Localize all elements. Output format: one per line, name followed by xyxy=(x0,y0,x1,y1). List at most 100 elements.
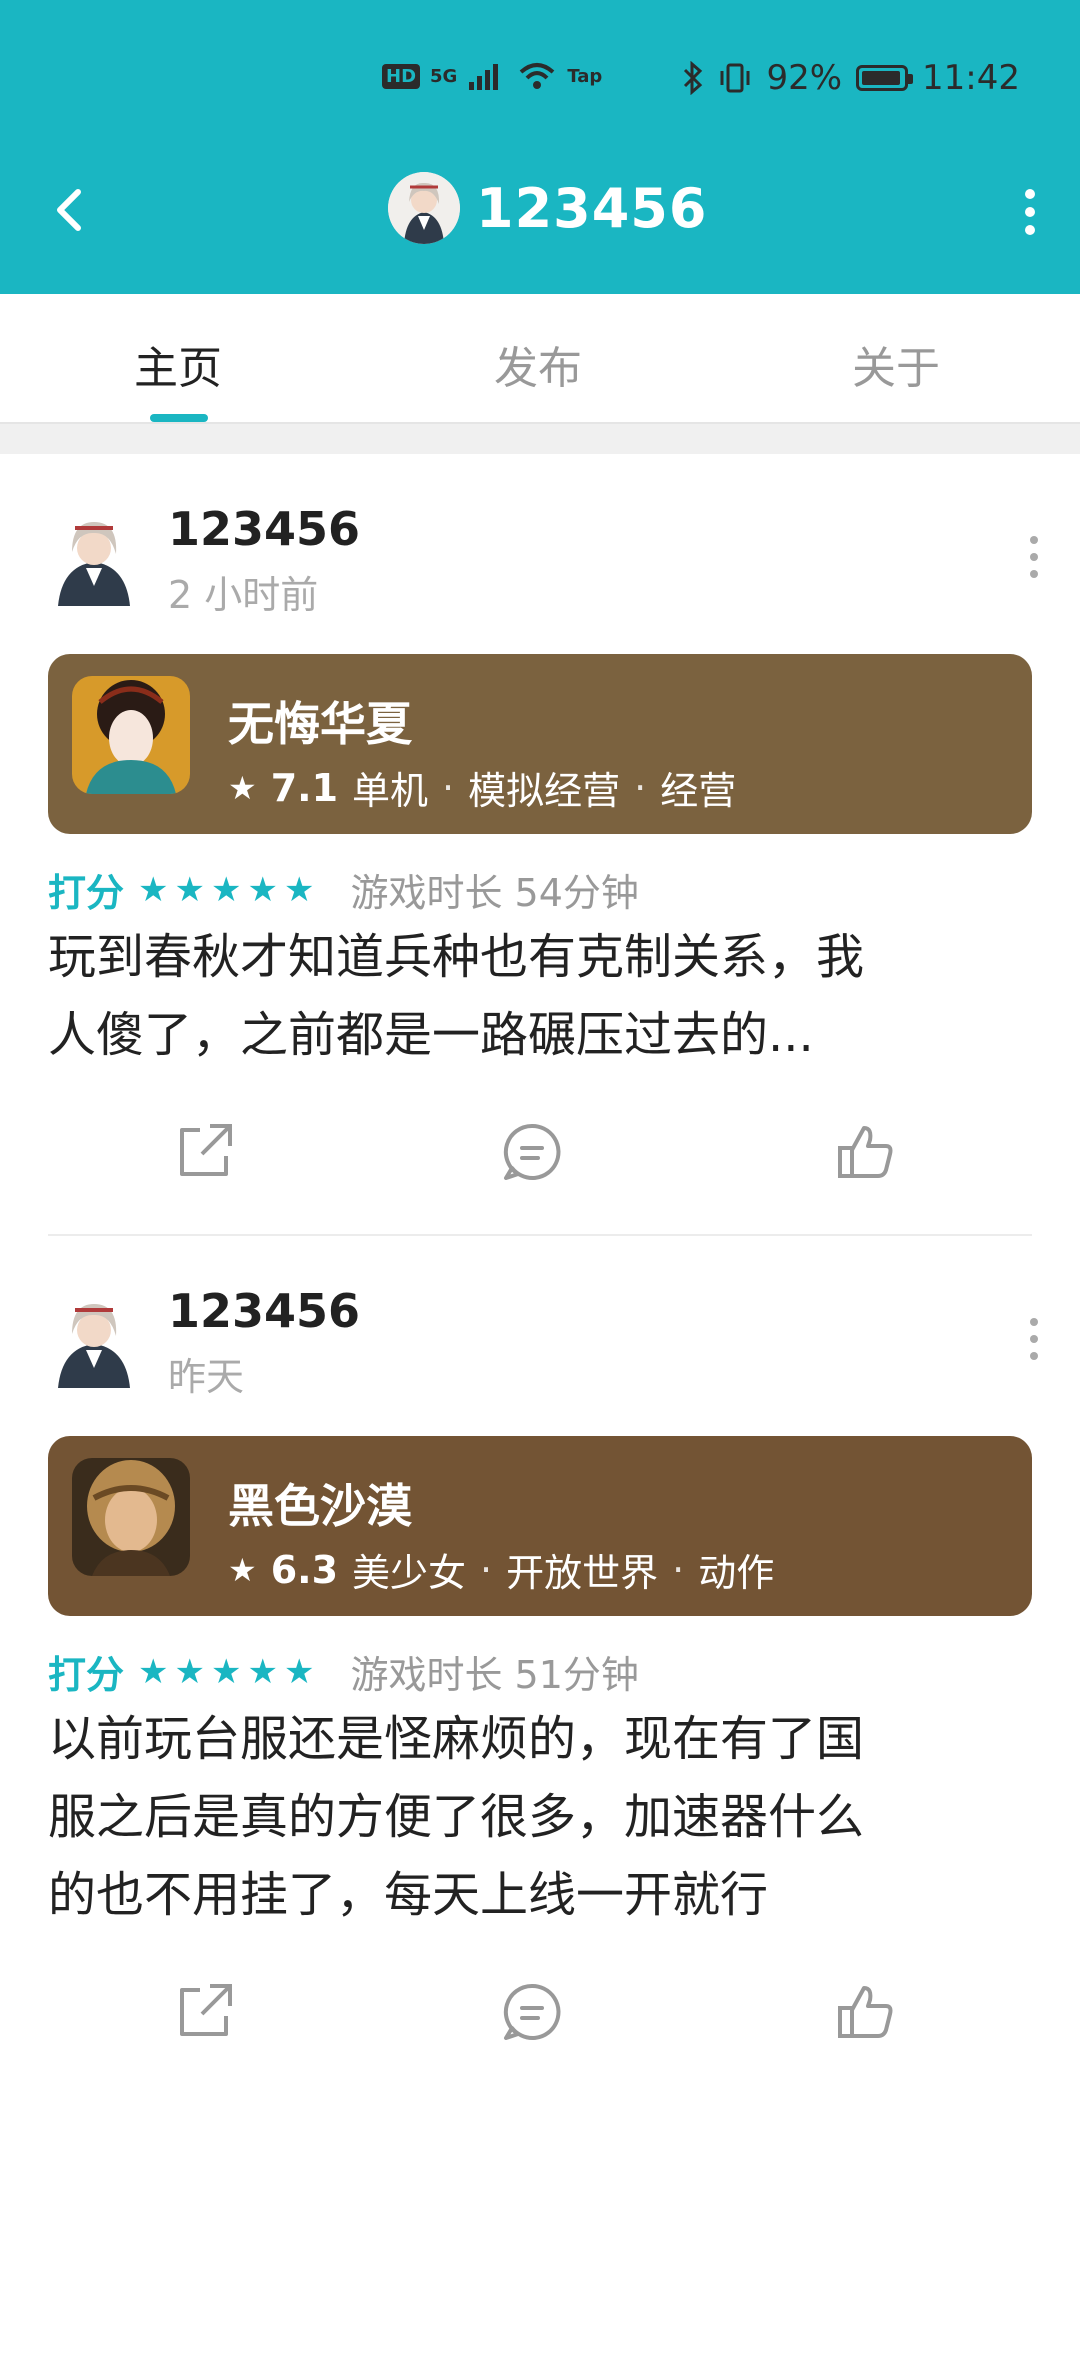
tab-indicator xyxy=(150,414,208,422)
user-avatar[interactable] xyxy=(48,1288,140,1388)
more-vertical-icon xyxy=(1030,536,1038,578)
star-icon: ★ xyxy=(210,1651,242,1692)
more-vertical-icon xyxy=(1025,189,1035,235)
game-tag: 开放世界 xyxy=(506,1551,659,1595)
star-icon: ★ xyxy=(174,869,205,910)
score-label: 打分 xyxy=(48,1653,125,1697)
action-bar xyxy=(0,1980,1080,2060)
tag-separator: · xyxy=(672,1547,685,1592)
star-icon: ★ xyxy=(138,869,169,910)
game-tag: 单机 xyxy=(352,769,429,813)
tag-separator: · xyxy=(480,1547,493,1592)
profile-title: 123456 xyxy=(388,172,707,244)
battery-percent: 92% xyxy=(766,58,843,98)
tap-indicator: Tap xyxy=(567,65,603,87)
share-button[interactable] xyxy=(172,1980,236,2044)
tab-home[interactable]: 主页 xyxy=(134,332,222,396)
status-bar-right: 92% 11:42 xyxy=(682,58,1020,98)
app-header: HD 5G Tap 92% 11:42 123456 xyxy=(0,0,1080,294)
user-avatar[interactable] xyxy=(48,506,140,606)
post-more-button[interactable] xyxy=(1024,1314,1044,1374)
game-name: 黑色沙漠 xyxy=(228,1479,412,1533)
review-line: 以前玩台服还是怪麻烦的，现在有了国 xyxy=(48,1711,865,1767)
action-bar xyxy=(0,1120,1080,1200)
comment-icon xyxy=(503,1123,561,1180)
battery-icon xyxy=(856,65,914,91)
review-line: 服之后是真的方便了很多，加速器什么 xyxy=(48,1789,865,1845)
tab-posts[interactable]: 发布 xyxy=(494,332,582,396)
game-name: 无悔华夏 xyxy=(228,697,412,751)
comment-icon xyxy=(503,1983,561,2040)
star-icon: ★ xyxy=(138,1651,169,1692)
share-icon xyxy=(180,1984,232,2036)
review-line: 的也不用挂了，每天上线一开就行 xyxy=(48,1867,769,1923)
tab-about[interactable]: 关于 xyxy=(852,332,940,396)
more-options-button[interactable] xyxy=(1018,182,1042,242)
review-line: 玩到春秋才知道兵种也有克制关系，我 xyxy=(48,929,865,985)
post-username[interactable]: 123456 xyxy=(168,502,360,556)
tab-bar: 主页 发布 关于 xyxy=(0,294,1080,424)
back-button[interactable] xyxy=(42,180,102,240)
thumbs-up-icon xyxy=(838,1986,893,2038)
post-time: 昨天 xyxy=(168,1355,245,1399)
tag-separator: · xyxy=(442,765,455,810)
review-text[interactable]: 玩到春秋才知道兵种也有克制关系，我 人傻了，之前都是一路碾压过去的... xyxy=(48,918,1038,1074)
wifi-icon xyxy=(520,63,555,89)
comment-button[interactable] xyxy=(500,1980,564,2044)
game-tag: 动作 xyxy=(698,1551,775,1595)
star-icon: ★ xyxy=(283,1651,315,1692)
post-username[interactable]: 123456 xyxy=(168,1284,360,1338)
rating-stars: ★ ★ ★ ★ ★ xyxy=(138,870,314,910)
back-arrow-icon xyxy=(57,189,81,231)
review-text[interactable]: 以前玩台服还是怪麻烦的，现在有了国 服之后是真的方便了很多，加速器什么 的也不用… xyxy=(48,1700,1038,1934)
game-icon xyxy=(72,1458,190,1576)
like-button[interactable] xyxy=(834,1120,898,1184)
hd-badge: HD xyxy=(382,63,421,89)
more-vertical-icon xyxy=(1030,1318,1038,1360)
star-icon: ★ xyxy=(210,869,242,910)
status-bar: HD 5G Tap 92% 11:42 xyxy=(0,52,1080,108)
vibrate-icon xyxy=(720,63,750,93)
section-gap xyxy=(0,424,1080,454)
avatar[interactable] xyxy=(388,172,460,244)
star-icon: ★ xyxy=(247,869,278,910)
score-row: 打分 ★ ★ ★ ★ ★ 游戏时长 54分钟 xyxy=(48,862,639,917)
post-divider xyxy=(48,1234,1032,1236)
star-icon: ★ xyxy=(228,768,257,807)
game-rating: 6.3 xyxy=(270,1547,339,1592)
star-icon: ★ xyxy=(247,1651,278,1692)
network-type: 5G xyxy=(430,65,458,87)
star-icon: ★ xyxy=(283,869,315,910)
review-line: 人傻了，之前都是一路碾压过去的... xyxy=(48,1007,814,1063)
game-tag: 模拟经营 xyxy=(468,769,621,813)
game-icon xyxy=(72,676,190,794)
playtime: 游戏时长 51分钟 xyxy=(350,1653,639,1697)
signal-icon xyxy=(469,64,499,90)
clock: 11:42 xyxy=(922,58,1020,98)
playtime: 游戏时长 54分钟 xyxy=(350,871,639,915)
like-button[interactable] xyxy=(834,1980,898,2044)
page-title: 123456 xyxy=(476,176,708,240)
bluetooth-icon xyxy=(684,61,703,95)
post-time: 2 小时前 xyxy=(168,573,319,617)
game-card[interactable]: 无悔华夏 ★ 7.1 单机 · 模拟经营 · 经营 xyxy=(48,654,1032,834)
game-meta: ★ 6.3 美少女 · 开放世界 · 动作 xyxy=(228,1542,774,1597)
star-icon: ★ xyxy=(228,1550,257,1589)
game-rating: 7.1 xyxy=(270,765,339,810)
game-card[interactable]: 黑色沙漠 ★ 6.3 美少女 · 开放世界 · 动作 xyxy=(48,1436,1032,1616)
tag-separator: · xyxy=(634,765,647,810)
score-row: 打分 ★ ★ ★ ★ ★ 游戏时长 51分钟 xyxy=(48,1644,639,1699)
game-tag: 美少女 xyxy=(352,1551,467,1595)
game-meta: ★ 7.1 单机 · 模拟经营 · 经营 xyxy=(228,760,736,815)
comment-button[interactable] xyxy=(500,1120,564,1184)
share-button[interactable] xyxy=(172,1120,236,1184)
game-tag: 经营 xyxy=(660,769,737,813)
thumbs-up-icon xyxy=(838,1126,893,1178)
app-bar: 123456 xyxy=(0,160,1080,260)
post-more-button[interactable] xyxy=(1024,532,1044,592)
share-icon xyxy=(180,1124,232,1176)
rating-stars: ★ ★ ★ ★ ★ xyxy=(138,1652,314,1692)
score-label: 打分 xyxy=(48,871,125,915)
status-bar-left: HD 5G Tap xyxy=(382,60,602,92)
star-icon: ★ xyxy=(174,1651,205,1692)
